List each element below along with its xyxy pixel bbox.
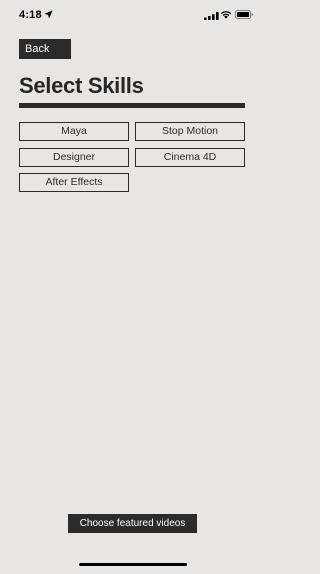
status-bar: 4:18 [0, 0, 265, 30]
title-underline [19, 103, 245, 108]
location-arrow-icon [44, 10, 53, 19]
skill-chip-cinema-4d[interactable]: Cinema 4D [135, 148, 245, 167]
back-button[interactable]: Back [19, 39, 71, 59]
wifi-icon [220, 11, 232, 19]
skill-chip-after-effects[interactable]: After Effects [19, 173, 129, 192]
skill-chip-stop-motion[interactable]: Stop Motion [135, 122, 245, 141]
choose-featured-videos-button[interactable]: Choose featured videos [68, 514, 197, 533]
home-indicator[interactable] [79, 563, 187, 566]
skill-chip-maya[interactable]: Maya [19, 122, 129, 141]
page-title: Select Skills [19, 73, 144, 98]
cellular-signal-icon [204, 12, 219, 20]
skill-chip-designer[interactable]: Designer [19, 148, 129, 167]
battery-icon [235, 10, 253, 19]
status-time: 4:18 [19, 9, 42, 21]
